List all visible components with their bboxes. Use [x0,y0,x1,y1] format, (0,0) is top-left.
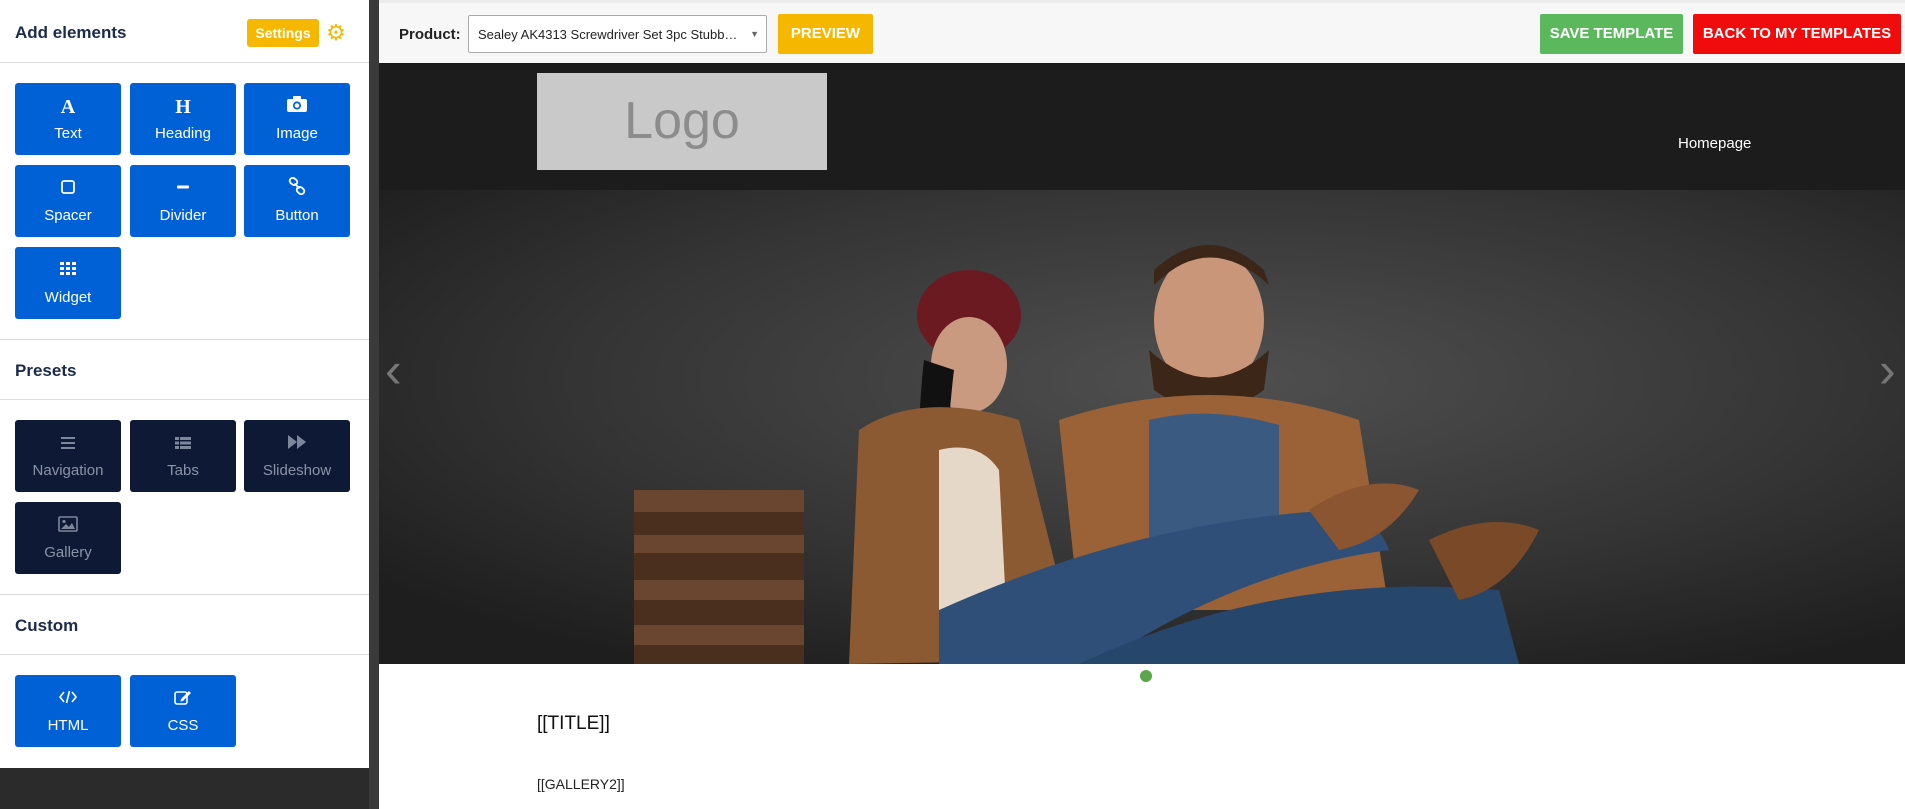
edit-icon [130,687,236,711]
tile-label: Heading [155,125,211,142]
spacer-element-button[interactable]: Spacer [15,165,121,237]
hero-slideshow-image[interactable]: ‹ › [379,190,1905,664]
tile-label: Navigation [32,462,104,479]
tile-label: Button [275,207,319,224]
gear-icon[interactable]: ⚙ [324,20,348,46]
list-icon [130,432,236,456]
product-select[interactable]: Sealey AK4313 Screwdriver Set 3pc Stubb…… [468,15,767,53]
preview-button[interactable]: PREVIEW [778,14,873,54]
button-element-button[interactable]: Button [244,165,350,237]
back-to-templates-button[interactable]: BACK TO MY TEMPLATES [1693,14,1901,54]
html-custom-button[interactable]: HTML [15,675,121,747]
product-label: Product: [399,26,461,43]
minus-icon [130,177,236,201]
slideshow-next-arrow[interactable]: › [1879,340,1896,400]
tile-label: Image [276,125,318,142]
elements-sidebar: Add elements Settings ⚙ A Text H Heading… [0,0,369,768]
tabs-preset-button[interactable]: Tabs [130,420,236,492]
settings-button[interactable]: Settings [247,19,319,47]
heading-icon: H [175,96,191,118]
tile-label: HTML [47,717,89,734]
grid-icon [15,259,121,283]
tile-label: Tabs [167,462,199,479]
editor-toolbar: Product: Sealey AK4313 Screwdriver Set 3… [379,0,1905,63]
gallery-placeholder[interactable]: [[GALLERY2]] [537,776,625,792]
css-custom-button[interactable]: CSS [130,675,236,747]
slideshow-prev-arrow[interactable]: ‹ [385,340,402,400]
slideshow-dot-indicator[interactable] [1140,670,1152,682]
template-header[interactable]: Logo Homepage [379,63,1905,190]
save-template-button[interactable]: SAVE TEMPLATE [1540,14,1683,54]
heading-element-button[interactable]: H Heading [130,83,236,155]
navigation-preset-button[interactable]: Navigation [15,420,121,492]
tile-label: CSS [167,717,199,734]
template-canvas: Logo Homepage ‹ › [[TITLE]] [[GALLERY2]] [379,63,1905,809]
divider [0,399,369,400]
tile-label: Divider [159,207,207,224]
presets-title: Presets [15,361,77,380]
link-icon [244,176,350,201]
custom-title: Custom [15,616,79,635]
text-element-button[interactable]: A Text [15,83,121,155]
picture-icon [15,514,121,538]
tile-label: Widget [44,289,92,306]
image-element-button[interactable]: Image [244,83,350,155]
code-icon [15,687,121,711]
camera-icon [244,95,350,119]
gallery-preset-button[interactable]: Gallery [15,502,121,574]
divider [0,339,369,340]
logo-placeholder[interactable]: Logo [537,73,827,170]
panel-splitter[interactable] [369,0,379,809]
title-placeholder[interactable]: [[TITLE]] [537,713,610,735]
nav-link-homepage[interactable]: Homepage [1678,135,1751,152]
tile-label: Gallery [44,544,92,561]
product-select-value: Sealey AK4313 Screwdriver Set 3pc Stubb… [478,27,738,42]
widget-element-button[interactable]: Widget [15,247,121,319]
hero-photo [379,190,1905,664]
bars-icon [15,432,121,456]
tile-label: Spacer [44,207,92,224]
divider [0,594,369,595]
square-icon [15,177,121,201]
tile-label: Slideshow [262,462,332,479]
dropdown-arrow-icon: ▼ [750,29,759,39]
slideshow-preset-button[interactable]: Slideshow [244,420,350,492]
divider-element-button[interactable]: Divider [130,165,236,237]
divider [0,62,369,63]
sidebar-footer [0,768,369,809]
fast-forward-icon [244,432,350,456]
tile-label: Text [54,125,82,142]
divider [0,654,369,655]
text-icon: A [60,96,76,118]
add-elements-title: Add elements [15,23,127,42]
